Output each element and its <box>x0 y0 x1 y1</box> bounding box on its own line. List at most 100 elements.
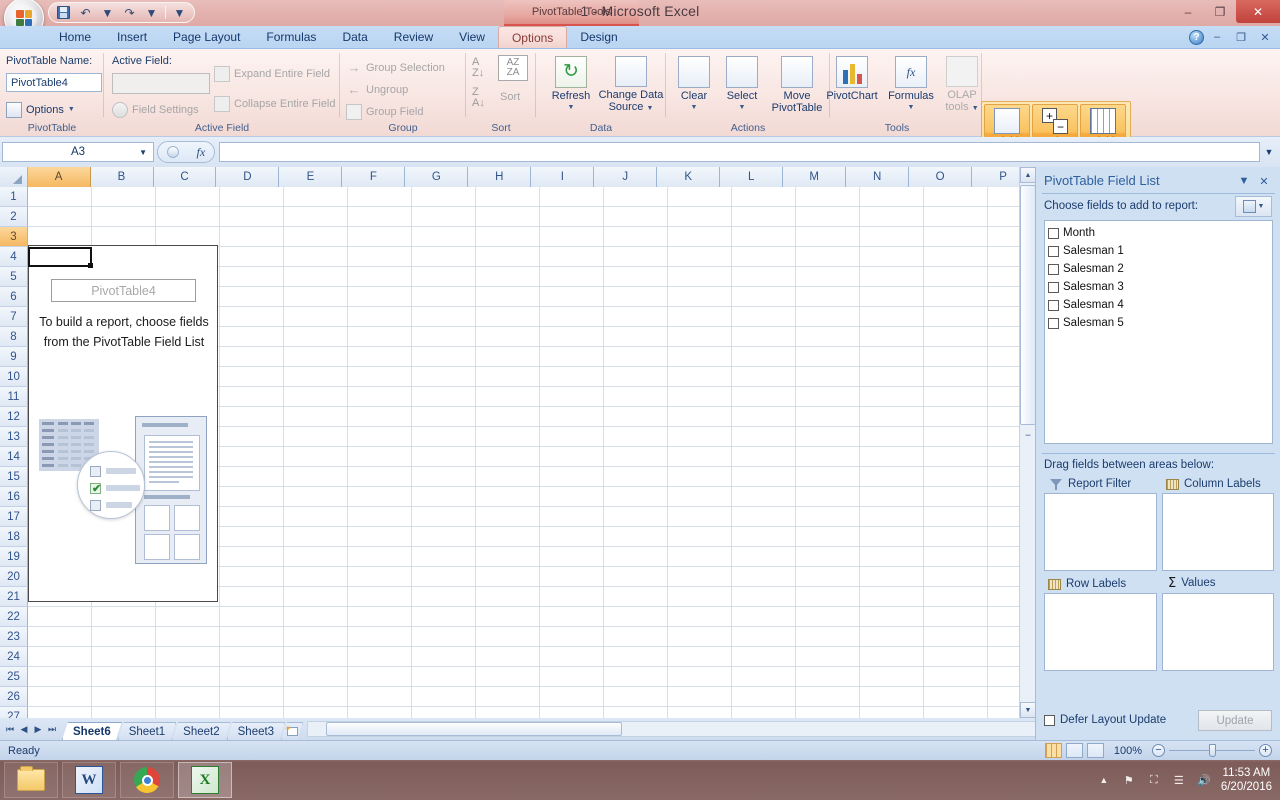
row-header-14[interactable]: 14 <box>0 447 28 467</box>
checkbox-salesman-4[interactable] <box>1048 299 1059 311</box>
row-header-24[interactable]: 24 <box>0 647 28 667</box>
tab-view[interactable]: View <box>446 26 498 48</box>
column-header-I[interactable]: I <box>531 167 595 187</box>
pivottable-placeholder[interactable]: PivotTable4 To build a report, choose fi… <box>28 245 218 602</box>
formula-input[interactable] <box>219 142 1260 162</box>
row-header-10[interactable]: 10 <box>0 367 28 387</box>
row-header-20[interactable]: 20 <box>0 567 28 587</box>
expand-formula-bar-icon[interactable]: ▼ <box>1260 147 1278 157</box>
tab-options[interactable]: Options <box>497 26 568 48</box>
page-break-preview-icon[interactable] <box>1086 743 1104 758</box>
tab-design[interactable]: Design <box>567 26 630 48</box>
chevron-down-icon[interactable]: ▼ <box>1258 203 1265 210</box>
close-button[interactable]: ✕ <box>1236 0 1280 23</box>
column-header-J[interactable]: J <box>594 167 658 187</box>
row-header-11[interactable]: 11 <box>0 387 28 407</box>
taskbar-item-chrome[interactable] <box>120 762 174 798</box>
tab-review[interactable]: Review <box>381 26 446 48</box>
field-item-salesman-1[interactable]: Salesman 1 <box>1048 242 1272 260</box>
zoom-slider[interactable] <box>1169 744 1255 757</box>
field-item-salesman-4[interactable]: Salesman 4 <box>1048 296 1272 314</box>
clock[interactable]: 11:53 AM 6/20/2016 <box>1221 766 1272 794</box>
next-sheet-button[interactable]: ▶ <box>32 724 44 735</box>
checkbox-salesman-3[interactable] <box>1048 281 1059 293</box>
row-header-1[interactable]: 1 <box>0 187 28 207</box>
field-item-month[interactable]: Month <box>1048 224 1272 242</box>
row-header-15[interactable]: 15 <box>0 467 28 487</box>
clear-dropdown-icon[interactable]: ▼ <box>691 102 698 114</box>
last-sheet-button[interactable]: ⏭ <box>46 724 58 735</box>
quick-access-toolbar[interactable]: ↶ ▼ ↷ ▼ ▼ <box>48 2 195 23</box>
select-dropdown-icon[interactable]: ▼ <box>739 102 746 114</box>
select-button[interactable]: Select ▼ <box>718 53 766 115</box>
page-layout-view-icon[interactable] <box>1065 743 1083 758</box>
column-header-K[interactable]: K <box>657 167 721 187</box>
column-header-E[interactable]: E <box>279 167 343 187</box>
cancel-enter-icon[interactable] <box>166 146 179 158</box>
action-center-icon[interactable]: ⚑ <box>1121 772 1137 788</box>
field-list-layout-button[interactable]: ▼ <box>1235 196 1272 217</box>
checkbox-defer-layout-update[interactable] <box>1044 714 1055 726</box>
zoom-out-button[interactable]: − <box>1152 744 1165 757</box>
change-data-source-dropdown-icon[interactable]: ▼ <box>646 105 653 112</box>
column-header-M[interactable]: M <box>783 167 847 187</box>
name-box-dropdown-icon[interactable]: ▼ <box>139 148 147 157</box>
row-header-7[interactable]: 7 <box>0 307 28 327</box>
change-data-source-button[interactable]: Change Data Source ▼ <box>598 53 664 115</box>
minimize-button[interactable]: – <box>1172 0 1204 23</box>
column-header-H[interactable]: H <box>468 167 532 187</box>
tab-page-layout[interactable]: Page Layout <box>160 26 253 48</box>
select-all-corner[interactable] <box>0 167 28 187</box>
formulas-dropdown-icon[interactable]: ▼ <box>908 102 915 114</box>
zoom-slider-thumb[interactable] <box>1209 744 1216 757</box>
tab-formulas[interactable]: Formulas <box>253 26 329 48</box>
column-header-D[interactable]: D <box>216 167 280 187</box>
row-header-6[interactable]: 6 <box>0 287 28 307</box>
column-header-F[interactable]: F <box>342 167 406 187</box>
row-header-16[interactable]: 16 <box>0 487 28 507</box>
pivotchart-button[interactable]: PivotChart <box>820 53 884 115</box>
scroll-up-button[interactable]: ▲ <box>1020 167 1036 183</box>
row-header-13[interactable]: 13 <box>0 427 28 447</box>
checkbox-salesman-1[interactable] <box>1048 245 1059 257</box>
pivottable-name-input[interactable] <box>6 73 102 92</box>
tab-insert[interactable]: Insert <box>104 26 160 48</box>
workbook-close-button[interactable]: ✕ <box>1254 28 1276 46</box>
redo-dropdown-icon[interactable]: ▼ <box>143 4 160 21</box>
clear-button[interactable]: Clear ▼ <box>670 53 718 115</box>
insert-function-icon[interactable]: fx <box>196 145 205 160</box>
workbook-restore-button[interactable]: ❐ <box>1230 28 1252 46</box>
sheet-tab-sheet1[interactable]: Sheet1 <box>118 722 176 740</box>
scroll-down-button[interactable]: ▼ <box>1020 702 1036 718</box>
signal-icon[interactable]: ☰ <box>1171 772 1187 788</box>
vertical-scrollbar[interactable]: ▲ ━ ▼ <box>1019 167 1036 718</box>
field-item-salesman-2[interactable]: Salesman 2 <box>1048 260 1272 278</box>
refresh-dropdown-icon[interactable]: ▼ <box>568 102 575 114</box>
field-item-salesman-3[interactable]: Salesman 3 <box>1048 278 1272 296</box>
row-header-12[interactable]: 12 <box>0 407 28 427</box>
formulas-button[interactable]: fx Formulas ▼ <box>884 53 938 115</box>
row-header-9[interactable]: 9 <box>0 347 28 367</box>
sort-descending-icon[interactable]: Z A↓ <box>472 87 485 109</box>
refresh-button[interactable]: ↻ Refresh ▼ <box>542 53 600 115</box>
undo-dropdown-icon[interactable]: ▼ <box>99 4 116 21</box>
row-header-21[interactable]: 21 <box>0 587 28 607</box>
row-header-5[interactable]: 5 <box>0 267 28 287</box>
sheet-tab-sheet2[interactable]: Sheet2 <box>172 722 230 740</box>
redo-icon[interactable]: ↷ <box>121 4 138 21</box>
drop-area-column-labels[interactable] <box>1162 493 1274 571</box>
battery-icon[interactable]: ⛶ <box>1146 772 1162 788</box>
column-header-L[interactable]: L <box>720 167 784 187</box>
checkbox-salesman-2[interactable] <box>1048 263 1059 275</box>
checkbox-month[interactable] <box>1048 227 1059 239</box>
insert-worksheet-icon[interactable]: ✦ <box>281 722 303 740</box>
drop-area-row-labels[interactable] <box>1044 593 1157 671</box>
row-header-18[interactable]: 18 <box>0 527 28 547</box>
taskbar-item-file-explorer[interactable] <box>4 762 58 798</box>
row-header-23[interactable]: 23 <box>0 627 28 647</box>
name-box[interactable]: A3 ▼ <box>2 142 154 162</box>
restore-button[interactable]: ❐ <box>1204 0 1236 23</box>
customize-qat-icon[interactable]: ▼ <box>171 4 188 21</box>
sort-ascending-icon[interactable]: A Z↓ <box>472 57 484 79</box>
row-header-19[interactable]: 19 <box>0 547 28 567</box>
